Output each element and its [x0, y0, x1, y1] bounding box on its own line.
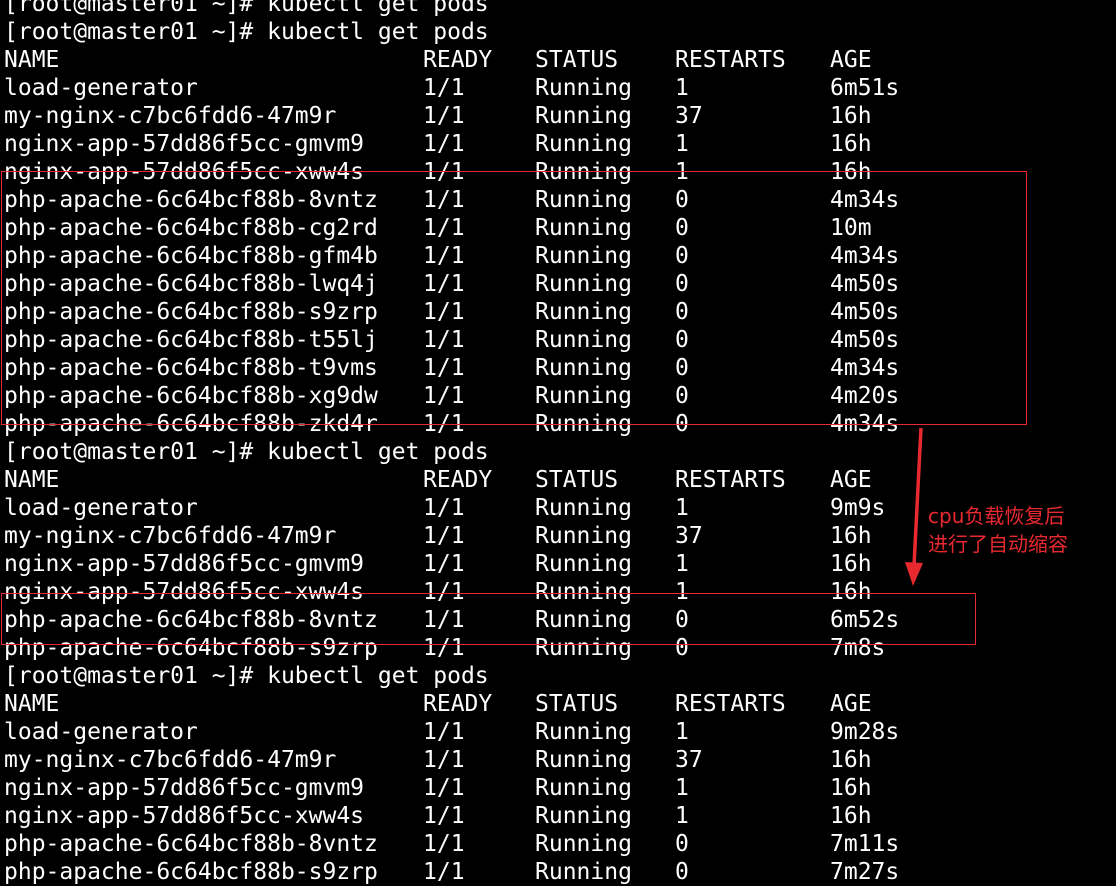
highlight-box-scaled-up-pods: [1, 171, 1027, 425]
table-row: nginx-app-57dd86f5cc-xww4s 1/1 Running 1 16h: [4, 802, 1116, 830]
table-row: load-generator 1/1 Running 1 6m51s: [4, 74, 1116, 102]
pod-status: Running: [535, 831, 632, 857]
pod-name: nginx-app-57dd86f5cc-xww4s: [4, 803, 365, 829]
prompt-text: [root@master01 ~]# kubectl get pods: [4, 19, 489, 45]
column-header-ready: READY: [423, 691, 493, 717]
pod-age: 7m27s: [830, 859, 900, 885]
pod-status: Running: [535, 719, 632, 745]
pod-ready: 1/1: [423, 719, 465, 745]
pod-age: 16h: [830, 103, 872, 129]
pod-status: Running: [535, 103, 632, 129]
table-row: load-generator 1/1 Running 1 9m28s: [4, 718, 1116, 746]
pod-ready: 1/1: [423, 523, 465, 549]
column-header-status: STATUS: [535, 467, 619, 493]
pod-name: my-nginx-c7bc6fdd6-47m9r: [4, 523, 337, 549]
pod-restarts: 1: [675, 495, 689, 521]
pod-restarts: 1: [675, 131, 689, 157]
pod-age: 16h: [830, 803, 872, 829]
pod-age: 9m28s: [830, 719, 900, 745]
column-header-age: AGE: [830, 691, 872, 717]
pod-ready: 1/1: [423, 495, 465, 521]
pod-restarts: 37: [675, 747, 703, 773]
table-header: NAME READY STATUS RESTARTS AGE: [4, 466, 1116, 494]
column-header-restarts: RESTARTS: [675, 467, 786, 493]
pod-status: Running: [535, 747, 632, 773]
pod-age: 16h: [830, 131, 872, 157]
pod-restarts: 1: [675, 551, 689, 577]
annotation-label: cpu负载恢复后 进行了自动缩容: [928, 504, 1068, 556]
pod-name: nginx-app-57dd86f5cc-gmvm9: [4, 551, 365, 577]
pod-status: Running: [535, 523, 632, 549]
pod-status: Running: [535, 551, 632, 577]
highlight-box-scaled-down-pods: [1, 593, 976, 645]
pod-restarts: 1: [675, 719, 689, 745]
prompt-text: [root@master01 ~]# kubectl get pods: [4, 663, 489, 689]
pod-ready: 1/1: [423, 775, 465, 801]
table-row: nginx-app-57dd86f5cc-gmvm9 1/1 Running 1 16h: [4, 774, 1116, 802]
prompt-text: [root@master01 ~]# kubectl get pods: [4, 439, 489, 465]
command-prompt[interactable]: [root@master01 ~]# kubectl get pods: [4, 438, 1116, 466]
table-row: nginx-app-57dd86f5cc-gmvm9 1/1 Running 1 16h: [4, 130, 1116, 158]
pod-age: 16h: [830, 523, 872, 549]
terminal-output[interactable]: [root@master01 ~]# kubectl get pods [root…: [4, 0, 1116, 886]
cutoff-line: [root@master01 ~]# kubectl get pods: [4, 0, 1116, 18]
pod-ready: 1/1: [423, 131, 465, 157]
pod-restarts: 1: [675, 775, 689, 801]
column-header-ready: READY: [423, 467, 493, 493]
column-header-age: AGE: [830, 467, 872, 493]
column-header-ready: READY: [423, 47, 493, 73]
pod-ready: 1/1: [423, 747, 465, 773]
table-row: php-apache-6c64bcf88b-8vntz 1/1 Running 0 7m…: [4, 830, 1116, 858]
column-header-restarts: RESTARTS: [675, 691, 786, 717]
pod-status: Running: [535, 803, 632, 829]
column-header-name: NAME: [4, 47, 60, 73]
column-header-name: NAME: [4, 691, 60, 717]
table-row: my-nginx-c7bc6fdd6-47m9r 1/1 Running 37 16h: [4, 102, 1116, 130]
pod-ready: 1/1: [423, 75, 465, 101]
pod-ready: 1/1: [423, 859, 465, 885]
pod-restarts: 37: [675, 103, 703, 129]
table-header: NAME READY STATUS RESTARTS AGE: [4, 690, 1116, 718]
pod-name: load-generator: [4, 75, 198, 101]
column-header-status: STATUS: [535, 691, 619, 717]
pod-restarts: 0: [675, 831, 689, 857]
command-prompt[interactable]: [root@master01 ~]# kubectl get pods: [4, 18, 1116, 46]
pod-status: Running: [535, 75, 632, 101]
pod-age: 16h: [830, 775, 872, 801]
table-header: NAME READY STATUS RESTARTS AGE: [4, 46, 1116, 74]
pod-name: my-nginx-c7bc6fdd6-47m9r: [4, 103, 337, 129]
pod-ready: 1/1: [423, 803, 465, 829]
column-header-status: STATUS: [535, 47, 619, 73]
pod-age: 16h: [830, 551, 872, 577]
pod-status: Running: [535, 131, 632, 157]
table-row: php-apache-6c64bcf88b-s9zrp 1/1 Running 0 7m…: [4, 858, 1116, 886]
cutoff-text: [root@master01 ~]# kubectl get pods: [4, 0, 489, 17]
pod-name: my-nginx-c7bc6fdd6-47m9r: [4, 747, 337, 773]
pod-name: nginx-app-57dd86f5cc-gmvm9: [4, 775, 365, 801]
column-header-name: NAME: [4, 467, 60, 493]
column-header-restarts: RESTARTS: [675, 47, 786, 73]
pod-status: Running: [535, 775, 632, 801]
pod-status: Running: [535, 859, 632, 885]
column-header-age: AGE: [830, 47, 872, 73]
pod-restarts: 1: [675, 75, 689, 101]
pod-age: 6m51s: [830, 75, 900, 101]
pod-name: php-apache-6c64bcf88b-s9zrp: [4, 859, 378, 885]
pod-name: load-generator: [4, 495, 198, 521]
pod-restarts: 37: [675, 523, 703, 549]
pod-name: load-generator: [4, 719, 198, 745]
pod-age: 16h: [830, 747, 872, 773]
pod-status: Running: [535, 495, 632, 521]
pod-age: 7m11s: [830, 831, 900, 857]
pod-restarts: 1: [675, 803, 689, 829]
pod-ready: 1/1: [423, 103, 465, 129]
table-row: my-nginx-c7bc6fdd6-47m9r 1/1 Running 37 16h: [4, 746, 1116, 774]
command-prompt[interactable]: [root@master01 ~]# kubectl get pods: [4, 662, 1116, 690]
pod-age: 9m9s: [830, 495, 886, 521]
pod-name: nginx-app-57dd86f5cc-gmvm9: [4, 131, 365, 157]
pod-ready: 1/1: [423, 831, 465, 857]
pod-ready: 1/1: [423, 551, 465, 577]
pod-name: php-apache-6c64bcf88b-8vntz: [4, 831, 378, 857]
pod-restarts: 0: [675, 859, 689, 885]
